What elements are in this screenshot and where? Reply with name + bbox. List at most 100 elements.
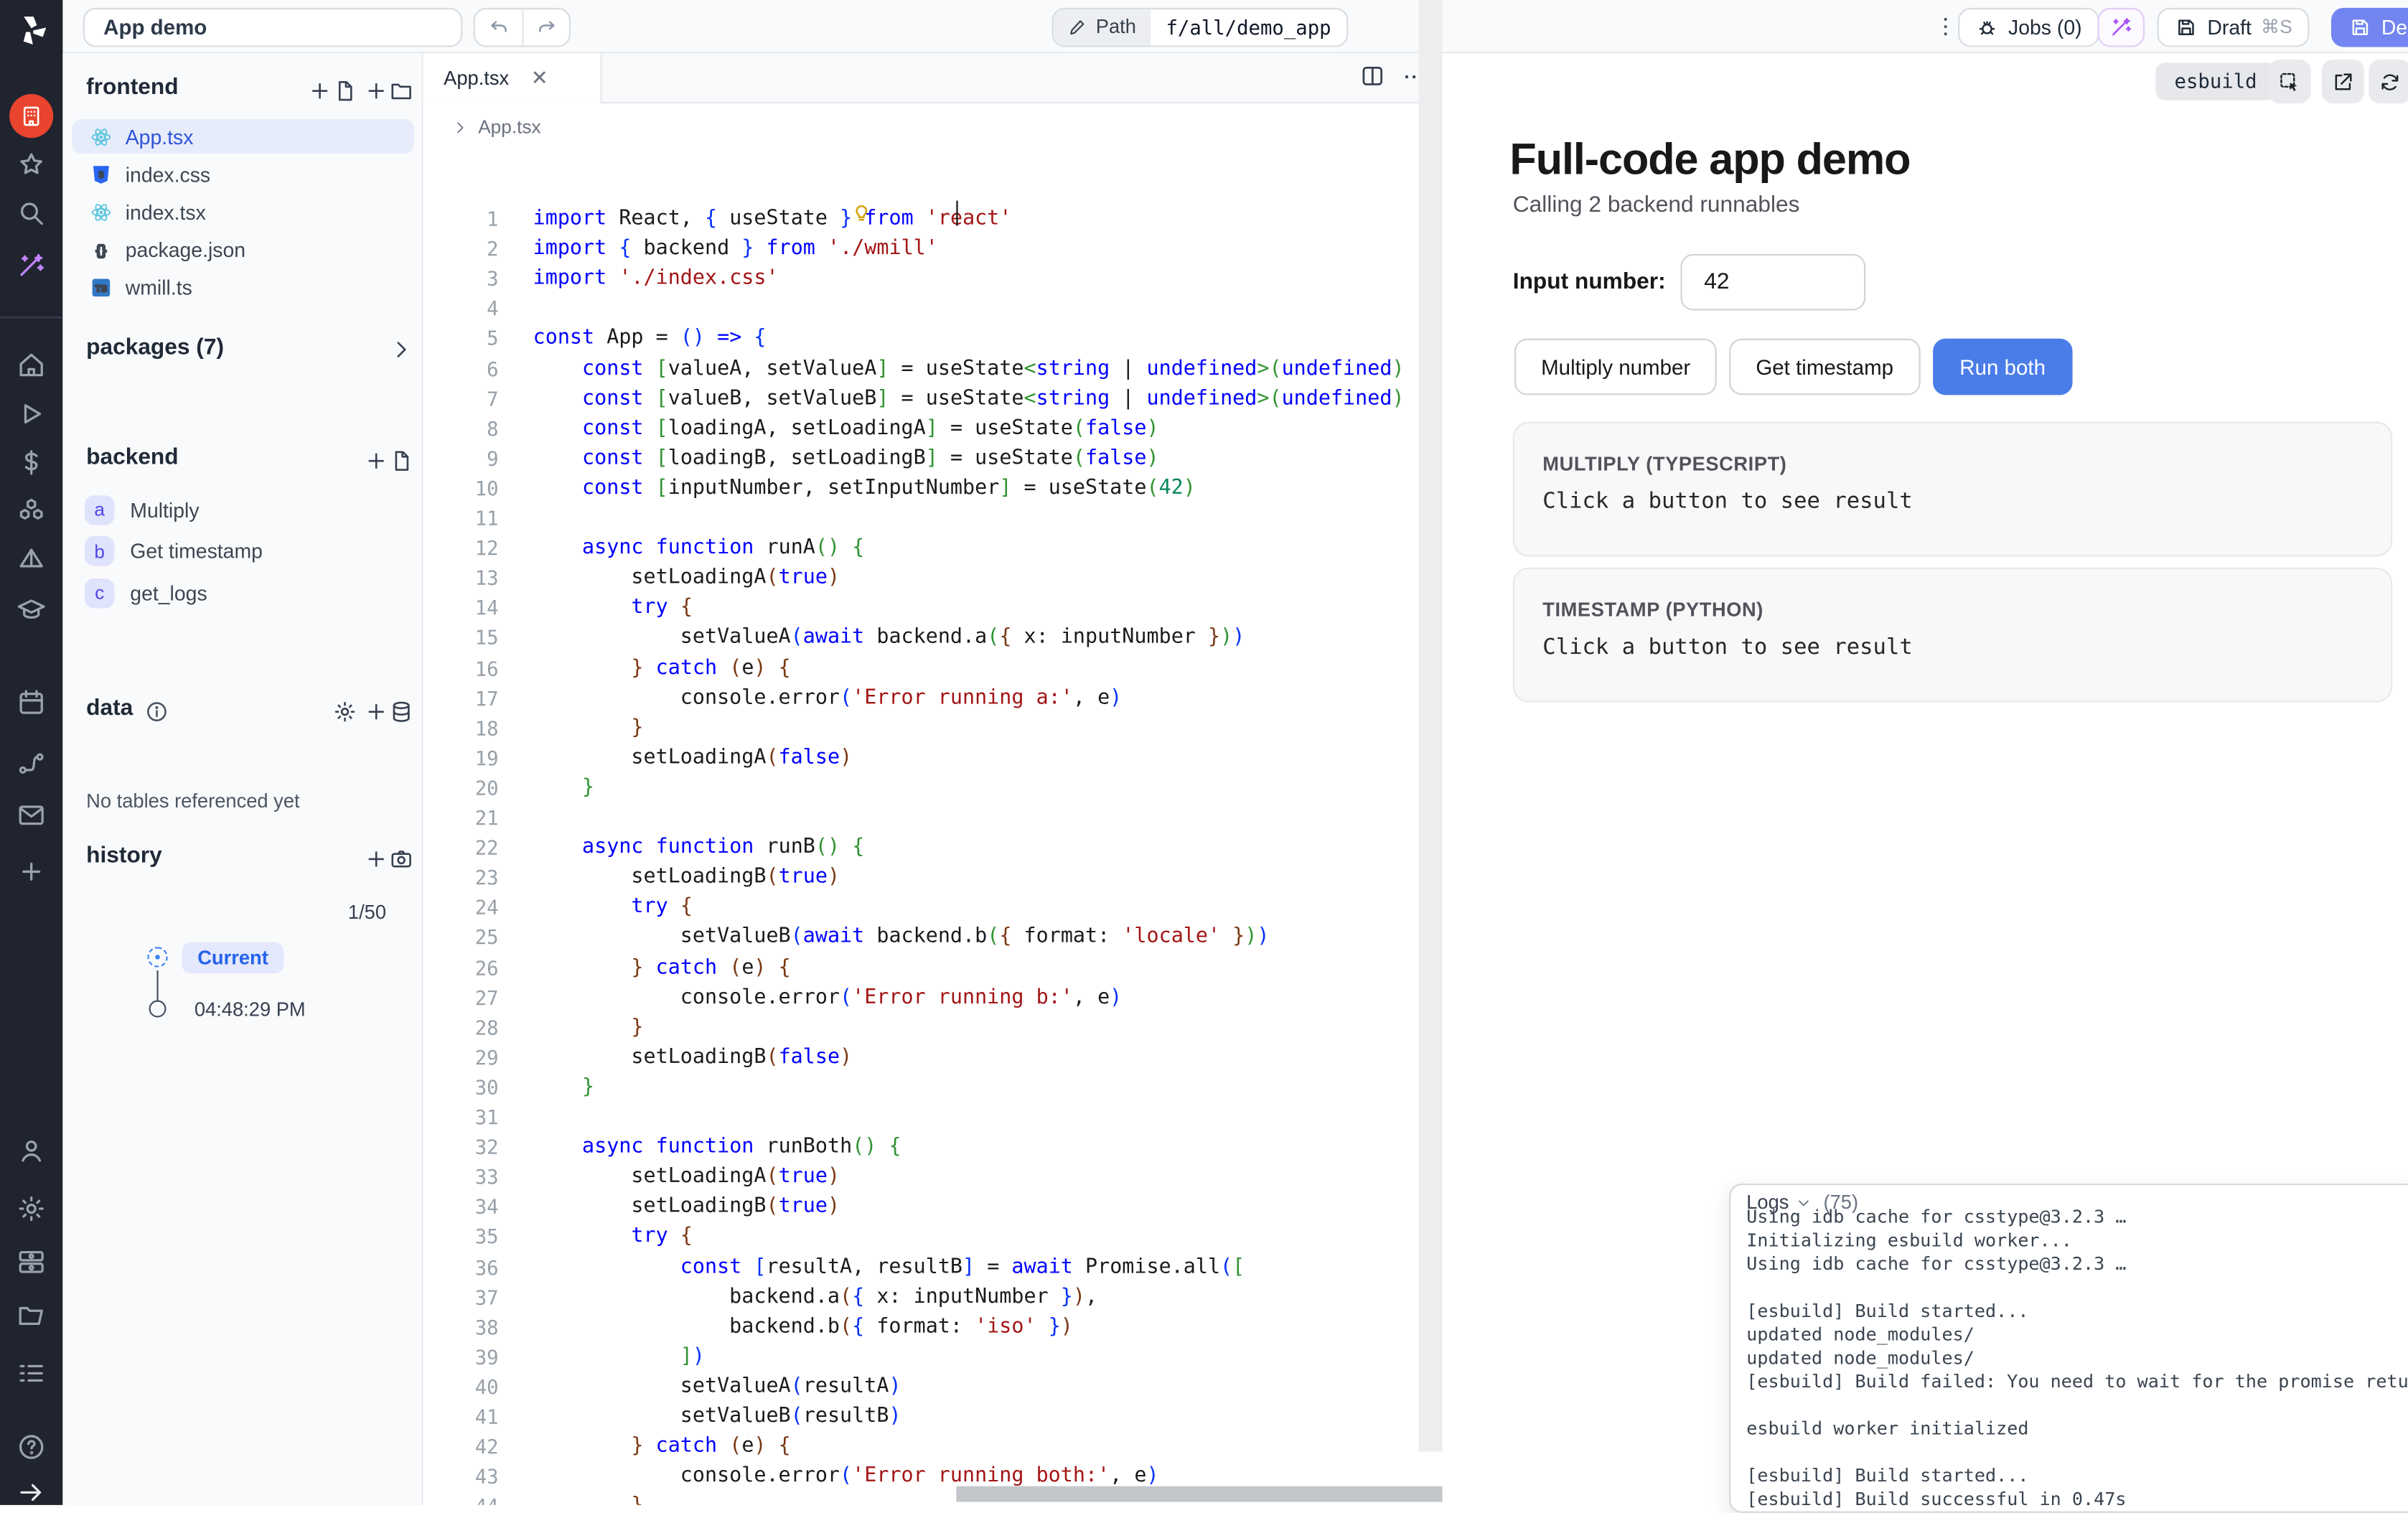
runnable-item-multiply[interactable]: aMultiply [85,492,398,527]
windmill-logo[interactable] [12,11,50,48]
rail-item-workspace-building-icon[interactable] [9,94,53,138]
data-settings-gear-icon[interactable] [332,699,357,724]
code-line[interactable]: setLoadingB(true) [533,1192,840,1222]
add-folder-plus-icon[interactable] [364,78,389,103]
code-line[interactable]: const [loadingA, setLoadingA] = useState… [533,413,1159,444]
draft-button[interactable]: Draft ⌘S [2158,7,2310,47]
get-timestamp-button[interactable]: Get timestamp [1729,339,1920,395]
rail-item-user-icon[interactable] [16,1135,47,1166]
split-view-icon[interactable] [1359,62,1386,89]
snapshot-camera-icon[interactable] [389,846,414,871]
rail-item-flows-route-icon[interactable] [16,748,47,779]
code-line[interactable]: console.error('Error running a:', e) [533,683,1123,713]
code-line[interactable]: } catch (e) { [533,653,791,683]
pane-splitter[interactable] [1419,0,1443,1452]
code-line[interactable]: backend.b({ format: 'iso' }) [533,1312,1073,1342]
code-line[interactable]: try { [533,892,693,922]
code-line[interactable]: async function runA() { [533,533,865,563]
more-menu-button[interactable] [1931,11,1959,42]
code-line[interactable]: const [resultA, resultB] = await Promise… [533,1252,1245,1282]
select-mode-button[interactable] [2269,60,2311,103]
rail-item-search-icon[interactable] [16,197,47,229]
rail-item-collapse-arrow-icon[interactable] [16,1477,47,1509]
input-number-field[interactable]: 42 [1681,254,1866,311]
code-line[interactable]: backend.a({ x: inputNumber }), [533,1282,1097,1312]
rail-item-schedules-calendar-icon[interactable] [16,687,47,718]
add-table-plus-icon[interactable] [364,699,389,724]
code-line[interactable]: } [533,1491,644,1505]
section-title-packages[interactable]: packages (7) [86,335,224,360]
file-item-package.json[interactable]: {}package.json [72,232,413,266]
code-line[interactable]: setValueB(resultB) [533,1402,901,1432]
close-tab-icon[interactable]: ✕ [531,66,548,91]
code-line[interactable]: } [533,773,594,803]
code-line[interactable]: setLoadingB(false) [533,1042,853,1072]
add-snapshot-plus-icon[interactable] [364,846,389,871]
add-file-plus-icon[interactable] [307,78,332,103]
code-line[interactable]: } [533,713,644,743]
file-item-index.tsx[interactable]: index.tsx [72,195,413,229]
code-line[interactable]: } [533,1072,594,1102]
rail-item-workers-icon[interactable] [16,1246,47,1278]
logs-panel[interactable]: Logs (75) Using idb cache for csstype@3.… [1729,1184,2408,1513]
open-external-button[interactable] [2322,60,2364,103]
rail-item-home-icon[interactable] [16,350,47,381]
add-runnable-file-icon[interactable] [389,449,414,474]
chevron-right-icon[interactable] [389,337,414,362]
code-line[interactable]: setLoadingA(false) [533,743,853,773]
refresh-button[interactable] [2369,60,2408,103]
code-line[interactable]: setValueB(await backend.b({ format: 'loc… [533,922,1270,952]
deploy-button[interactable]: Deploy [2331,7,2408,47]
rail-item-folders-icon[interactable] [16,1300,47,1331]
rail-item-learn-graduation-cap-icon[interactable] [16,594,47,626]
code-line[interactable]: try { [533,593,693,623]
code-line[interactable]: async function runB() { [533,833,865,863]
rail-item-resources-cubes-icon[interactable] [16,495,47,527]
code-line[interactable]: async function runBoth() { [533,1132,901,1162]
rail-item-star-icon[interactable] [16,149,47,181]
rail-item-help-icon[interactable] [16,1431,47,1463]
database-icon[interactable] [389,699,414,724]
undo-button[interactable] [475,9,523,44]
code-line[interactable]: setLoadingA(true) [533,1162,840,1192]
file-item-index.css[interactable]: 3index.css [72,156,413,191]
code-line[interactable]: const [loadingB, setLoadingB] = useState… [533,444,1159,474]
rail-item-audit-logs-icon[interactable] [16,1358,47,1390]
code-line[interactable]: const App = () => { [533,324,767,354]
add-folder-icon[interactable] [389,78,414,103]
history-current-badge[interactable]: Current [182,942,284,974]
code-line[interactable]: setLoadingA(true) [533,563,840,594]
rail-item-inbox-mail-icon[interactable] [16,800,47,831]
breadcrumb[interactable]: App.tsx [451,116,541,139]
app-name-input[interactable]: App demo [83,7,463,47]
code-line[interactable]: } catch (e) { [533,952,791,983]
code-line[interactable]: const [inputNumber, setInputNumber] = us… [533,473,1196,503]
code-line[interactable]: import React, { useState } from 'react' [533,204,1012,234]
rail-item-magic-wand-icon[interactable] [16,249,47,281]
rail-item-triggers-pyramid-icon[interactable] [16,544,47,576]
add-file-icon[interactable] [332,78,357,103]
code-line[interactable]: setValueA(resultA) [533,1372,901,1402]
multiply-number-button[interactable]: Multiply number [1514,339,1717,395]
redo-button[interactable] [522,9,569,44]
code-line[interactable]: console.error('Error running b:', e) [533,983,1123,1013]
code-line[interactable]: import './index.css' [533,263,779,294]
add-runnable-plus-icon[interactable] [364,449,389,474]
code-line[interactable]: import { backend } from './wmill' [533,234,938,264]
rail-item-runs-play-icon[interactable] [16,398,47,430]
path-control[interactable]: Path f/all/demo_app [1052,7,1349,47]
code-line[interactable]: setLoadingB(true) [533,863,840,893]
code-line[interactable]: const [valueB, setValueB] = useState<str… [533,383,1405,413]
info-icon[interactable] [144,699,169,724]
code-line[interactable]: } [533,1012,644,1042]
code-line[interactable]: try { [533,1222,693,1252]
runnable-item-get-timestamp[interactable]: bGet timestamp [85,534,398,568]
rail-item-settings-gear-icon[interactable] [16,1193,47,1224]
file-item-App.tsx[interactable]: App.tsx [72,119,413,154]
jobs-button[interactable]: Jobs (0) [1958,7,2099,47]
code-line[interactable]: setValueA(await backend.a({ x: inputNumb… [533,623,1245,653]
ai-wand-button[interactable] [2098,7,2145,47]
history-timestamp[interactable]: 04:48:29 PM [195,998,306,1021]
code-line[interactable]: ]) [533,1341,705,1372]
runnable-item-get_logs[interactable]: cget_logs [85,576,398,610]
